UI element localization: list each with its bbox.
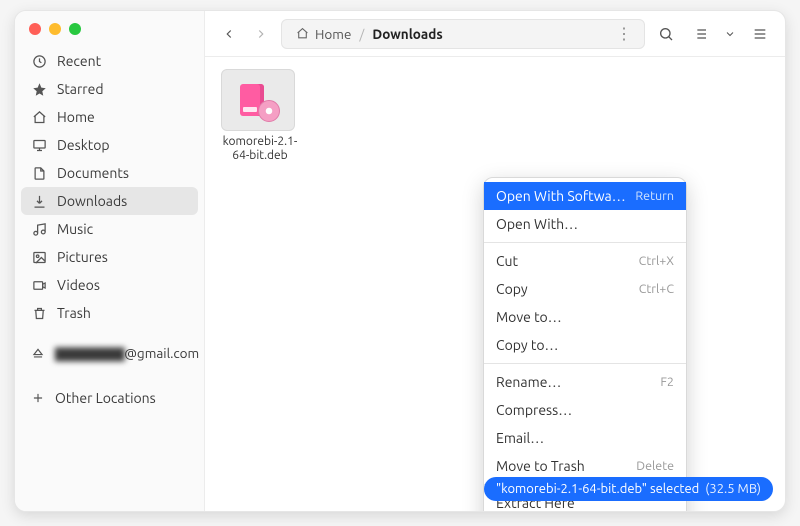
path-bar[interactable]: Home / Downloads ⋮ [281, 19, 645, 49]
breadcrumb-home[interactable]: Home [290, 26, 357, 42]
eject-icon [31, 347, 45, 361]
context-menu-accel: Delete [636, 459, 674, 473]
sidebar-item-downloads[interactable]: Downloads [21, 187, 198, 215]
view-list-button[interactable] [687, 19, 713, 49]
sidebar-item-music[interactable]: Music [21, 215, 198, 243]
context-menu-item[interactable]: Open With Software Install Return [484, 182, 686, 210]
status-size: (32.5 MB) [705, 482, 761, 496]
file-item[interactable]: komorebi-2.1-64-bit.deb [221, 69, 299, 163]
sidebar-item-trash[interactable]: Trash [21, 299, 198, 327]
context-menu-accel: Return [635, 189, 674, 203]
sidebar-item-label: Desktop [57, 137, 110, 153]
toolbar: Home / Downloads ⋮ [205, 11, 785, 57]
context-menu-item[interactable]: Copy to… [484, 331, 686, 359]
home-icon [31, 109, 47, 125]
sidebar-item-label: Home [57, 109, 95, 125]
context-menu-label: Copy [496, 281, 528, 297]
context-menu-item[interactable]: Move to… [484, 303, 686, 331]
sidebar: Recent Starred Home Desktop Documents Downloa… [15, 11, 205, 511]
context-menu-accel: F2 [660, 375, 674, 389]
context-menu-separator [484, 242, 686, 243]
hamburger-menu-button[interactable] [747, 19, 773, 49]
context-menu-item[interactable]: Move to Trash Delete [484, 452, 686, 480]
context-menu-label: Open With… [496, 216, 578, 232]
window-controls [15, 11, 204, 45]
context-menu-label: Move to… [496, 309, 562, 325]
context-menu-label: Rename… [496, 374, 561, 390]
context-menu-item[interactable]: Cut Ctrl+X [484, 247, 686, 275]
status-text: "komorebi-2.1-64-bit.deb" selected [496, 482, 699, 496]
star-icon [31, 81, 47, 97]
sidebar-item-label: Pictures [57, 249, 108, 265]
context-menu-accel: Ctrl+X [639, 254, 674, 268]
plus-icon [31, 391, 45, 405]
sidebar-item-label: Documents [57, 165, 129, 181]
close-window-button[interactable] [29, 23, 41, 35]
context-menu-label: Email… [496, 430, 544, 446]
home-icon [296, 27, 309, 40]
context-menu-item[interactable]: Open With… [484, 210, 686, 238]
breadcrumb-label: Downloads [372, 26, 442, 42]
context-menu-label: Compress… [496, 402, 572, 418]
status-bar: "komorebi-2.1-64-bit.deb" selected (32.5… [484, 477, 773, 501]
context-menu-item[interactable]: Compress… [484, 396, 686, 424]
file-grid[interactable]: komorebi-2.1-64-bit.deb Open With Softwa… [205, 57, 785, 511]
context-menu-label: Move to Trash [496, 458, 585, 474]
context-menu-item[interactable]: Rename… F2 [484, 368, 686, 396]
sidebar-item-desktop[interactable]: Desktop [21, 131, 198, 159]
file-icon [221, 69, 295, 131]
desktop-icon [31, 137, 47, 153]
back-button[interactable] [217, 19, 241, 49]
menu-icon [752, 26, 768, 42]
deb-package-icon [236, 78, 280, 122]
main-pane: Home / Downloads ⋮ [205, 11, 785, 511]
sidebar-item-label: Music [57, 221, 93, 237]
video-icon [31, 277, 47, 293]
sidebar-item-label: Trash [57, 305, 91, 321]
sidebar-item-home[interactable]: Home [21, 103, 198, 131]
breadcrumb-downloads[interactable]: Downloads [366, 26, 448, 42]
sidebar-item-recent[interactable]: Recent [21, 47, 198, 75]
other-locations-label: Other Locations [55, 390, 156, 406]
search-button[interactable] [653, 19, 679, 49]
sidebar-item-label: Starred [57, 81, 104, 97]
breadcrumb-label: Home [315, 26, 351, 42]
sidebar-item-videos[interactable]: Videos [21, 271, 198, 299]
file-manager-window: Recent Starred Home Desktop Documents Downloa… [14, 10, 786, 512]
context-menu: Open With Software InstallReturnOpen Wit… [483, 177, 687, 512]
list-icon [692, 26, 708, 42]
path-menu-button[interactable]: ⋮ [612, 24, 636, 43]
breadcrumb-separator: / [357, 26, 366, 42]
context-menu-label: Copy to… [496, 337, 558, 353]
sidebar-item-label: Recent [57, 53, 101, 69]
sidebar-item-starred[interactable]: Starred [21, 75, 198, 103]
music-icon [31, 221, 47, 237]
view-options-button[interactable] [721, 19, 739, 49]
account-name: ▇▇▇▇▇▇▇@gmail.com [55, 345, 199, 362]
forward-button[interactable] [249, 19, 273, 49]
file-name: komorebi-2.1-64-bit.deb [221, 135, 299, 163]
download-icon [31, 193, 47, 209]
context-menu-label: Open With Software Install [496, 188, 627, 204]
sidebar-item-documents[interactable]: Documents [21, 159, 198, 187]
maximize-window-button[interactable] [69, 23, 81, 35]
picture-icon [31, 249, 47, 265]
sidebar-account[interactable]: ▇▇▇▇▇▇▇@gmail.com [21, 339, 198, 368]
clock-icon [31, 53, 47, 69]
chevron-down-icon [724, 28, 736, 40]
context-menu-accel: Ctrl+C [639, 282, 674, 296]
context-menu-item[interactable]: Email… [484, 424, 686, 452]
context-menu-label: Cut [496, 253, 518, 269]
sidebar-item-label: Downloads [57, 193, 127, 209]
minimize-window-button[interactable] [49, 23, 61, 35]
sidebar-other-locations[interactable]: Other Locations [21, 384, 198, 412]
sidebar-item-pictures[interactable]: Pictures [21, 243, 198, 271]
context-menu-separator [484, 363, 686, 364]
context-menu-item[interactable]: Copy Ctrl+C [484, 275, 686, 303]
trash-icon [31, 305, 47, 321]
document-icon [31, 165, 47, 181]
sidebar-item-label: Videos [57, 277, 100, 293]
search-icon [658, 26, 674, 42]
